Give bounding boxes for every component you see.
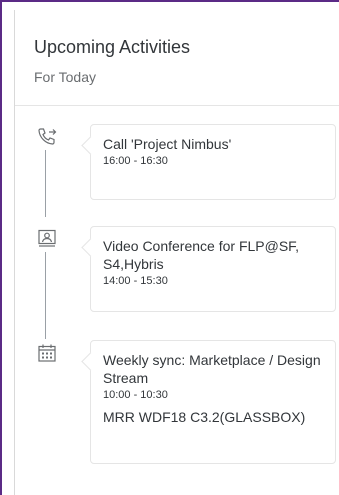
upcoming-activities-card: Upcoming Activities For Today Call 'Proj… <box>14 10 339 495</box>
activity-title: Weekly sync: Marketplace / Design Stream <box>103 352 321 386</box>
activity-location: MRR WDF18 C3.2(GLASSBOX) <box>103 409 306 425</box>
card-title: Upcoming Activities <box>34 37 191 57</box>
card-subtitle: For Today <box>34 69 96 85</box>
activity-time: 14:00 - 15:30 <box>103 275 168 287</box>
video-conference-icon <box>37 228 57 248</box>
activity-time: 16:00 - 16:30 <box>103 155 168 167</box>
activity-item[interactable]: Call 'Project Nimbus' 16:00 - 16:30 <box>90 124 336 200</box>
activity-item[interactable]: Video Conference for FLP@SF, S4,Hybris 1… <box>90 226 336 312</box>
card-header[interactable]: Upcoming Activities For Today <box>15 10 339 90</box>
timeline-connector <box>45 252 46 339</box>
activity-time: 10:00 - 10:30 <box>103 389 168 401</box>
activity-title: Video Conference for FLP@SF, S4,Hybris <box>103 238 300 272</box>
timeline-connector <box>45 150 46 217</box>
header-divider <box>15 105 339 106</box>
activity-item[interactable]: Weekly sync: Marketplace / Design Stream… <box>90 340 336 464</box>
calendar-icon <box>37 343 57 363</box>
outgoing-call-icon <box>37 126 57 146</box>
activity-title: Call 'Project Nimbus' <box>103 136 232 152</box>
